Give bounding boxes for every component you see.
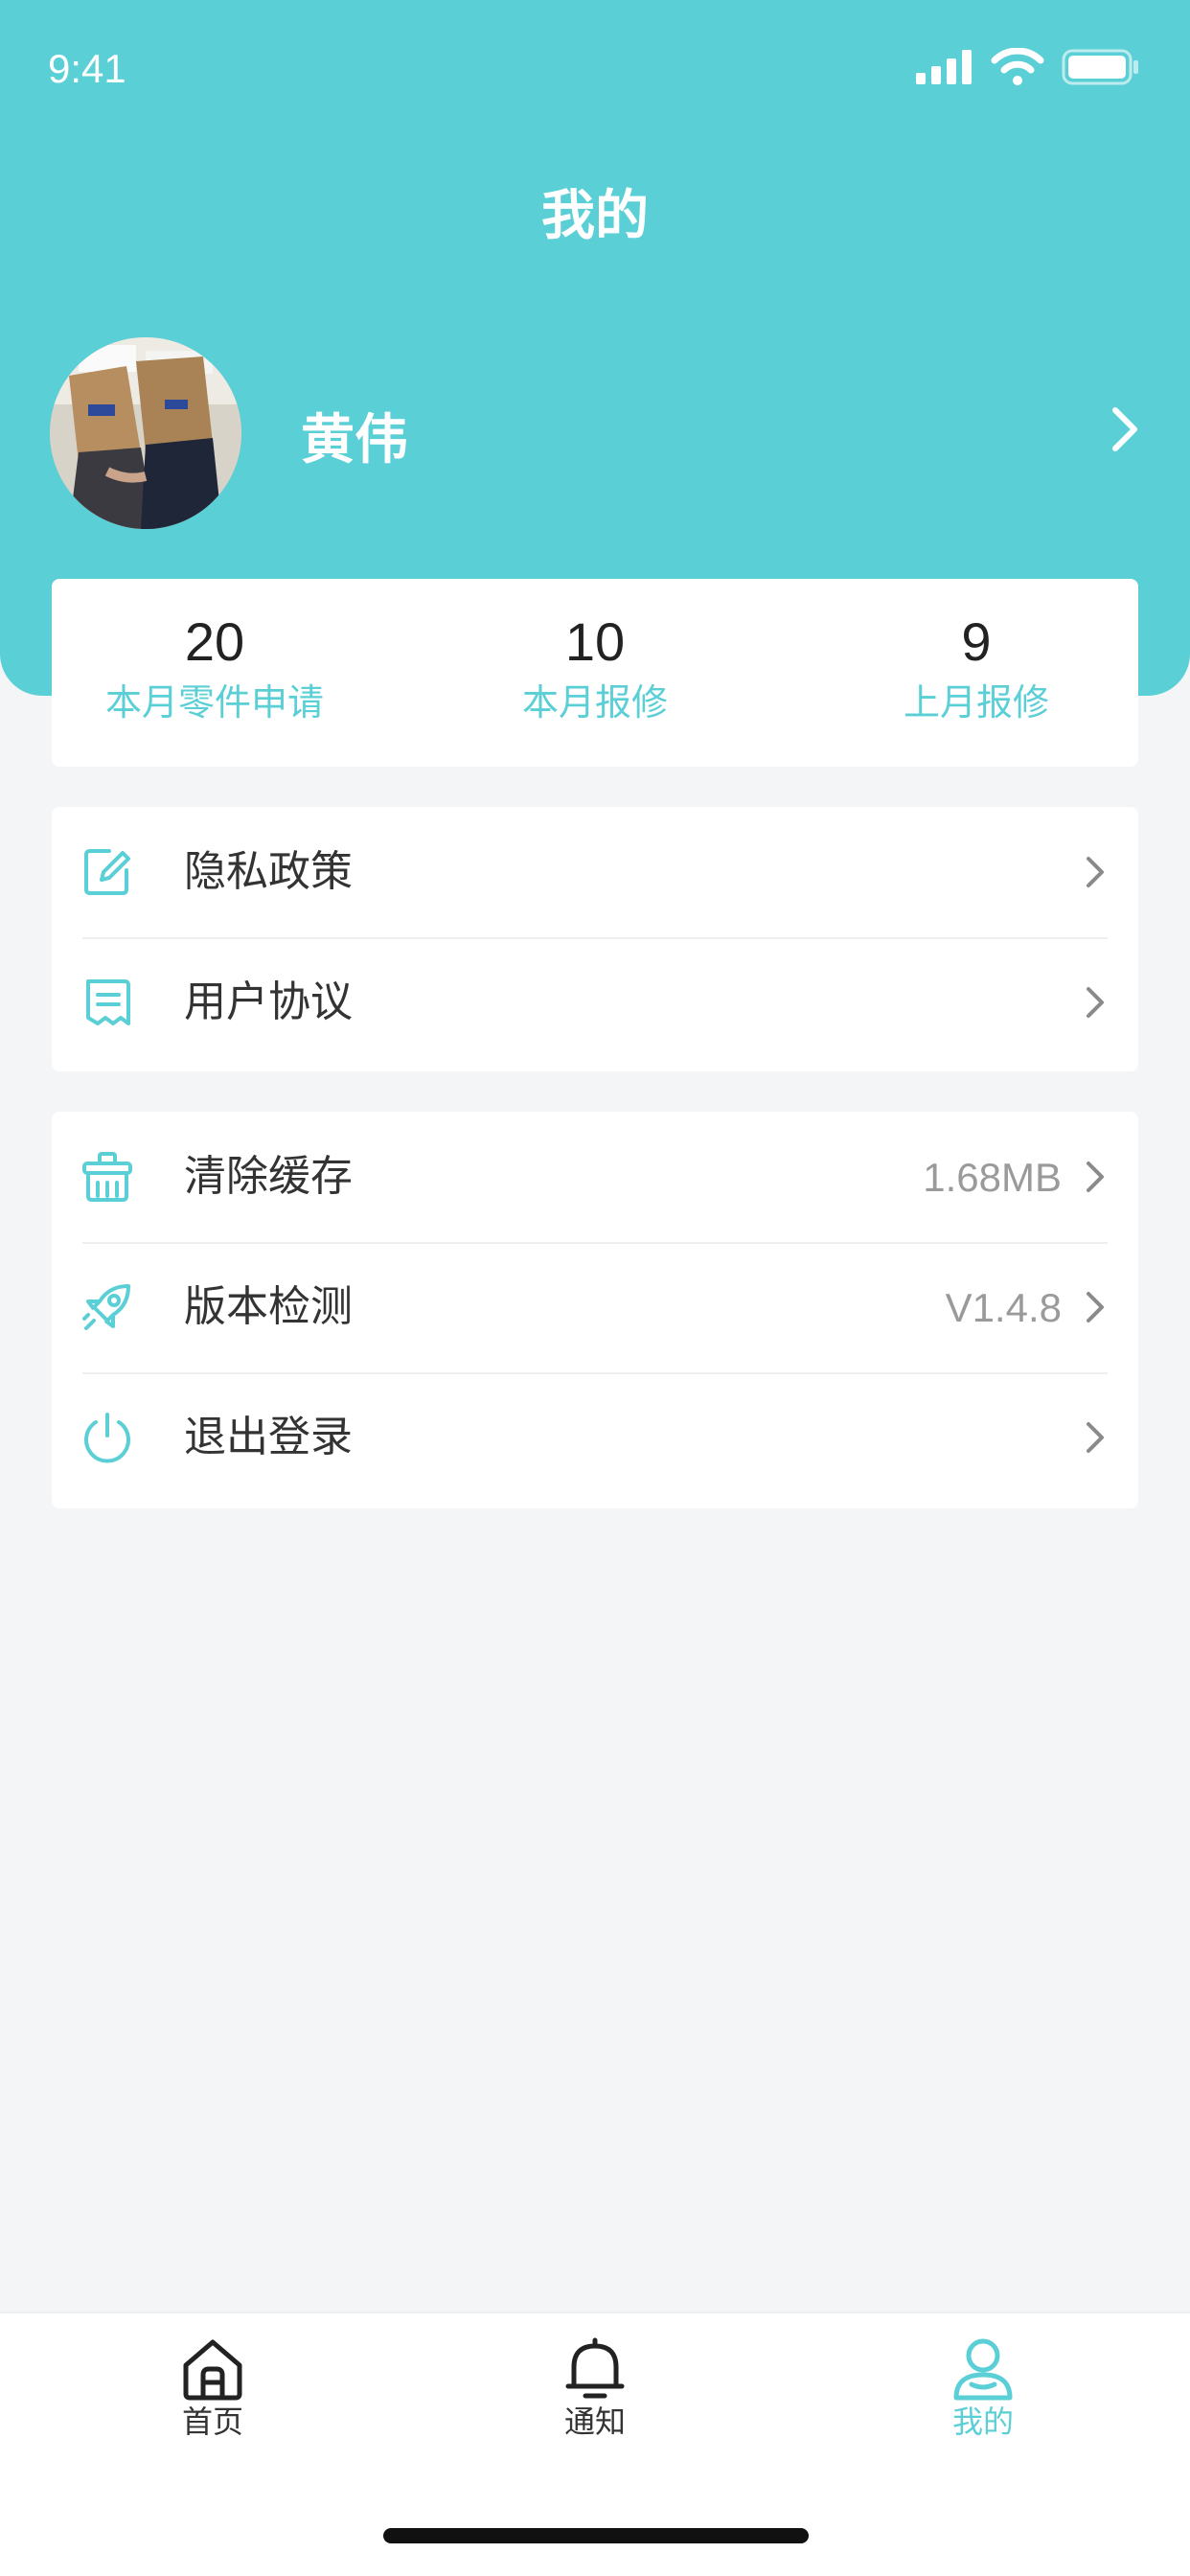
user-icon [953,2338,1013,2401]
chevron-right-icon [1087,857,1104,887]
status-icons [916,48,1140,86]
avatar[interactable] [50,337,241,529]
menu-item-clear-cache[interactable]: 清除缓存 1.68MB [52,1112,1138,1242]
broom-icon [82,1152,132,1202]
chevron-right-icon [1112,407,1137,451]
stat-label: 上月报修 [903,681,1049,724]
stat-parts-requests[interactable]: 20 本月零件申请 [90,611,339,724]
chevron-right-icon [1087,1162,1104,1192]
stats-card: 20 本月零件申请 10 本月报修 9 上月报修 [52,579,1138,767]
profile-row[interactable]: 黄伟 [50,337,1142,529]
menu-item-user-agreement[interactable]: 用户协议 [52,937,1138,1068]
menu-label: 隐私政策 [184,847,353,896]
wifi-icon [991,48,1044,85]
page-title: 我的 [541,185,649,247]
stat-repairs-this-month[interactable]: 10 本月报修 [490,611,700,724]
rocket-icon [82,1284,130,1330]
tab-label: 通知 [563,2404,626,2440]
stat-value: 20 [184,611,245,672]
stat-repairs-last-month[interactable]: 9 上月报修 [876,611,1077,724]
tab-label: 首页 [181,2404,243,2440]
tab-notifications[interactable]: 通知 [499,2336,691,2440]
username: 黄伟 [301,409,408,472]
tab-label: 我的 [951,2404,1014,2440]
tab-profile[interactable]: 我的 [887,2336,1079,2440]
home-indicator [383,2528,809,2543]
chevron-right-icon [1087,987,1104,1018]
battery-icon [1062,49,1138,85]
stat-value: 9 [961,611,992,672]
menu-card-settings: 清除缓存 1.68MB 版本检测 V1.4.8 退出登录 [52,1112,1138,1508]
stat-label: 本月零件申请 [104,681,324,724]
chevron-right-icon [1087,1292,1104,1322]
version-value: V1.4.8 [945,1285,1062,1330]
menu-label: 退出登录 [184,1413,353,1461]
edit-icon [84,849,130,895]
menu-item-privacy-policy[interactable]: 隐私政策 [52,807,1138,937]
bell-icon [565,2337,625,2399]
menu-label: 版本检测 [184,1282,353,1331]
status-time: 9:41 [48,46,126,91]
signal-icon [916,50,972,84]
menu-card-agreements: 隐私政策 用户协议 [52,807,1138,1071]
document-icon [86,979,130,1025]
menu-item-logout[interactable]: 退出登录 [52,1372,1138,1503]
cache-size-value: 1.68MB [923,1155,1062,1200]
tab-home[interactable]: 首页 [117,2336,309,2440]
tab-bar: 首页 通知 我的 [0,2312,1190,2576]
stat-value: 10 [564,611,626,672]
menu-item-version-check[interactable]: 版本检测 V1.4.8 [52,1242,1138,1372]
chevron-right-icon [1087,1422,1104,1453]
stat-label: 本月报修 [521,681,668,724]
power-icon [84,1413,130,1463]
home-icon [183,2339,242,2401]
menu-label: 清除缓存 [184,1152,353,1201]
menu-label: 用户协议 [184,978,353,1026]
